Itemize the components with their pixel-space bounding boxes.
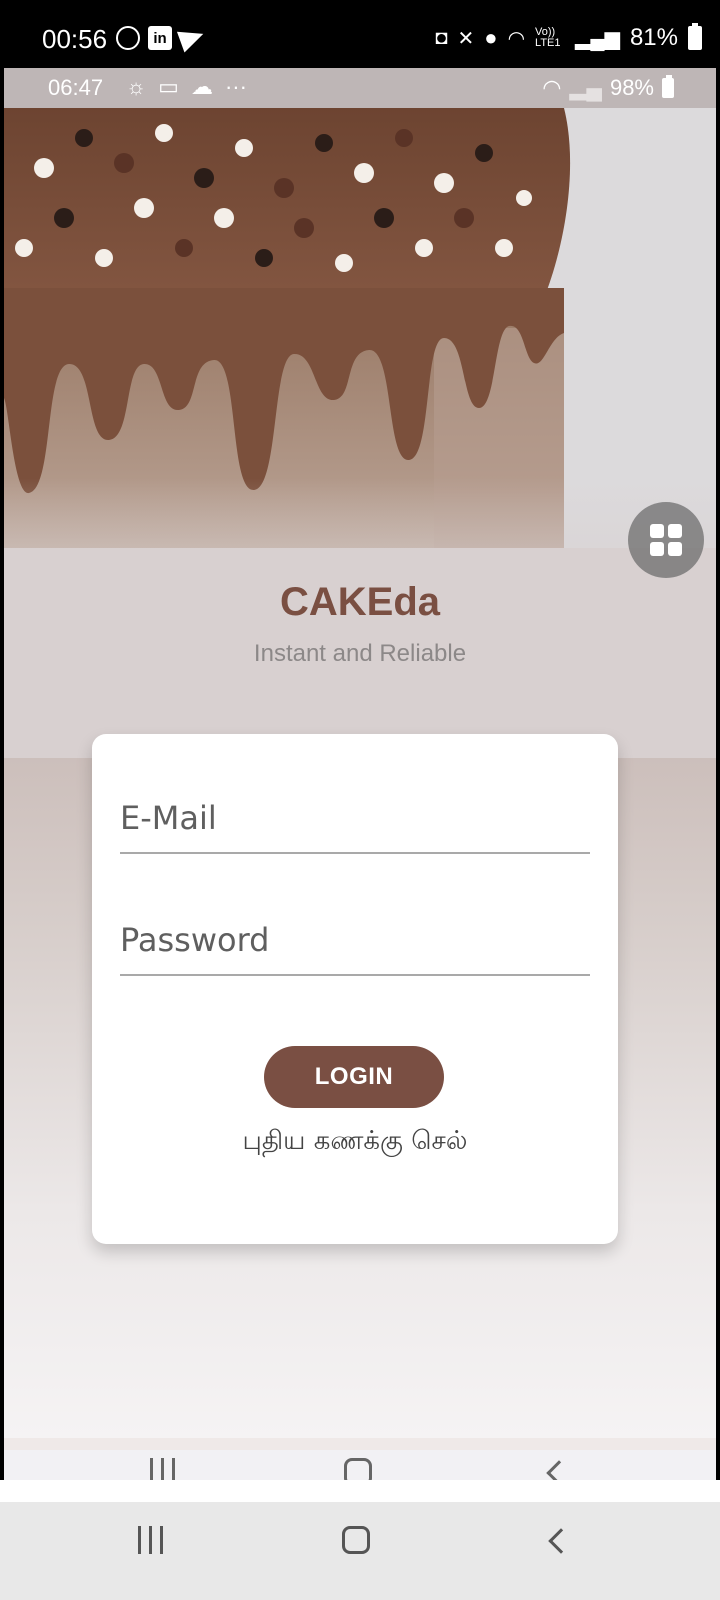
outer-navigation-bar — [0, 1502, 720, 1600]
floating-grid-button[interactable] — [628, 502, 704, 578]
back-icon[interactable] — [546, 1460, 572, 1480]
wifi-icon: ◠ — [507, 27, 526, 50]
email-field-container — [120, 784, 590, 854]
back-icon[interactable] — [548, 1528, 574, 1554]
create-account-link[interactable]: புதிய கணக்கு செல் — [92, 1126, 618, 1159]
outer-white-strip — [0, 1480, 720, 1502]
inner-navigation-bar — [4, 1450, 716, 1480]
inner-battery-text: 98% — [609, 75, 654, 100]
recent-apps-icon[interactable] — [150, 1458, 175, 1480]
outer-battery-text: 81% — [629, 24, 678, 51]
inner-status-time: 06:47 — [48, 75, 104, 100]
battery-icon — [688, 23, 702, 50]
login-button[interactable]: LOGIN — [264, 1046, 444, 1108]
inner-system-icons: ◠ ▂▄ 98% — [542, 75, 674, 101]
weather-icon: ☼ — [126, 74, 147, 99]
grid-icon-cell — [668, 524, 682, 538]
grid-icon-cell — [668, 542, 682, 556]
alarm-icon: ◘ — [435, 26, 448, 49]
inner-signal-icon: ▂▄ — [569, 75, 602, 100]
home-icon[interactable] — [344, 1458, 372, 1480]
linkedin-icon: in — [148, 26, 172, 50]
lte-label: Vo)) LTE1 — [535, 26, 561, 49]
recent-apps-icon[interactable] — [138, 1526, 163, 1554]
password-field[interactable] — [120, 906, 590, 974]
location-icon: ● — [484, 25, 498, 50]
outer-system-icons: ◘ ✕ ● ◠ Vo)) LTE1 ▂▄▆ 81% — [435, 23, 702, 52]
whatsapp-icon — [116, 26, 140, 50]
app-screen: CAKEda Instant and Reliable 06:47 ☼ ▭ ☁ … — [4, 68, 716, 1480]
cloud-icon: ☁ — [190, 74, 213, 99]
outer-status-bar: 00:56 in ◘ ✕ ● ◠ Vo)) LTE1 ▂▄▆ 81% — [0, 0, 720, 68]
inner-status-bar: 06:47 ☼ ▭ ☁ ··· ◠ ▂▄ 98% — [4, 68, 716, 108]
mute-icon: ✕ — [457, 27, 475, 50]
outer-notification-icons: in — [116, 23, 208, 53]
grid-icon-cell — [650, 542, 664, 556]
inner-wifi-icon: ◠ — [542, 75, 562, 100]
signal-icon: ▂▄▆ — [575, 27, 620, 50]
telegram-icon — [176, 23, 208, 53]
more-icon: ··· — [224, 74, 247, 99]
email-field[interactable] — [120, 784, 590, 852]
app-subtitle: Instant and Reliable — [253, 640, 467, 667]
inner-notification-icons: ☼ ▭ ☁ ··· — [126, 74, 247, 100]
home-icon[interactable] — [342, 1526, 370, 1554]
password-field-container — [120, 906, 590, 976]
outer-status-time: 00:56 — [42, 24, 108, 54]
app-title: CAKEda — [279, 580, 441, 624]
login-card: LOGIN புதிய கணக்கு செல் — [92, 734, 618, 1244]
grid-icon — [650, 524, 664, 538]
laptop-icon: ▭ — [158, 74, 179, 99]
inner-battery-icon — [662, 75, 674, 98]
